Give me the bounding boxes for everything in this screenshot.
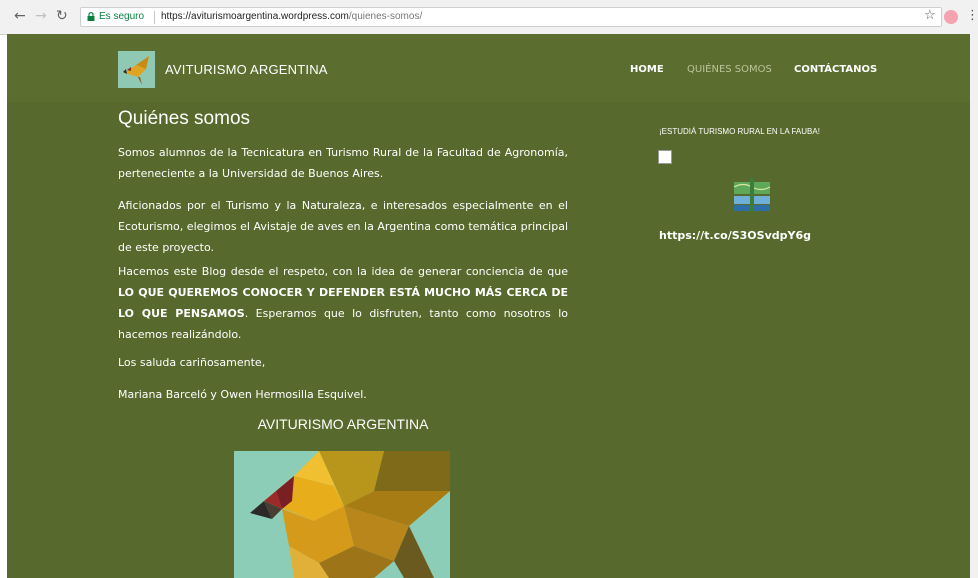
browser-toolbar: ← → ↻ Es seguro https://aviturismoargent… — [0, 0, 978, 35]
site-title[interactable]: AVITURISMO ARGENTINA — [165, 62, 328, 77]
lock-icon — [87, 12, 95, 21]
image-caption-title: AVITURISMO ARGENTINA — [257, 416, 429, 432]
signature-line: Mariana Barceló y Owen Hermosilla Esquiv… — [118, 388, 367, 401]
address-bar[interactable]: Es seguro https://aviturismoargentina.wo… — [80, 7, 942, 27]
secure-label: Es seguro — [99, 11, 145, 22]
page-title: Quiénes somos — [118, 108, 251, 129]
url-host: https://aviturismoargentina.wordpress.co… — [161, 11, 349, 22]
paragraph-2: Aficionados por el Turismo y la Naturale… — [118, 199, 568, 254]
paragraph-4: Los saluda cariñosamente, — [118, 356, 266, 369]
url-path: /quienes-somos/ — [348, 11, 423, 22]
nav-home[interactable]: HOME — [630, 64, 664, 75]
more-menu-icon[interactable]: ⋮ — [966, 8, 978, 24]
back-arrow-icon[interactable]: ← — [14, 8, 26, 24]
site-logo-bird-icon[interactable] — [118, 51, 155, 88]
page-scrollbar[interactable] — [970, 34, 978, 578]
web-page: AVITURISMO ARGENTINA HOME QUIÉNES SOMOS … — [7, 34, 970, 578]
sidebar-widget-title: ¡ESTUDIÁ TURISMO RURAL EN LA FAUBA! — [659, 127, 820, 136]
nav-quienes-somos[interactable]: QUIÉNES SOMOS — [687, 64, 772, 75]
nav-contactanos[interactable]: CONTÁCTANOS — [794, 64, 877, 75]
omnibox-separator — [154, 11, 155, 24]
reload-icon[interactable]: ↻ — [56, 8, 68, 24]
extension-icon[interactable] — [944, 10, 958, 24]
twitter-link[interactable]: https://t.co/S3OSvdpY6g — [659, 229, 811, 242]
paragraph-1: Somos alumnos de la Tecnicatura en Turis… — [118, 146, 568, 180]
forward-arrow-icon[interactable]: → — [35, 8, 47, 24]
site-header: AVITURISMO ARGENTINA HOME QUIÉNES SOMOS … — [7, 34, 970, 102]
paragraph-3: Hacemos este Blog desde el respeto, con … — [118, 261, 568, 345]
broken-image-icon — [658, 150, 672, 164]
bookmark-star-icon[interactable]: ☆ — [924, 8, 936, 24]
paragraph-3-text-a: Hacemos este Blog desde el respeto, con … — [118, 265, 568, 278]
fauba-logo-icon[interactable] — [733, 178, 771, 212]
url-text[interactable]: https://aviturismoargentina.wordpress.co… — [161, 10, 422, 24]
polygon-bird-image — [234, 451, 450, 578]
